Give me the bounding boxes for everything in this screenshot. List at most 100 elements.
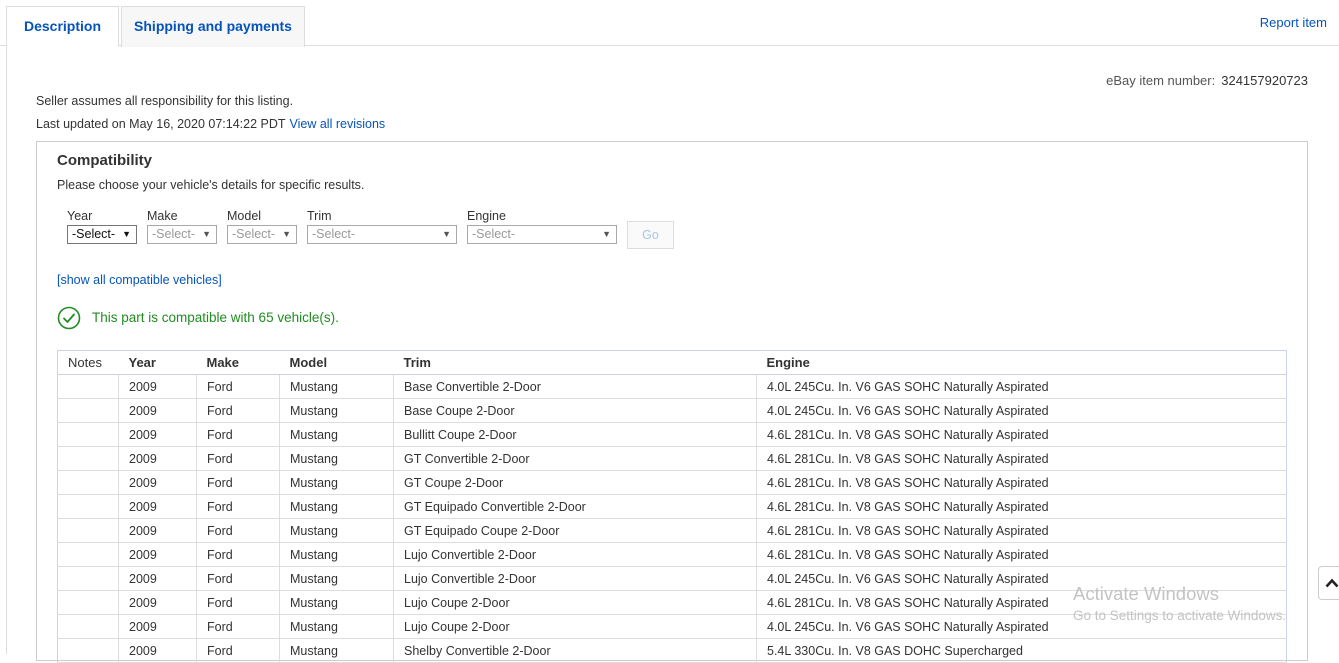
cell-engine: 4.6L 281Cu. In. V8 GAS SOHC Naturally As… [756, 542, 1287, 567]
cell-engine: 4.6L 281Cu. In. V8 GAS SOHC Naturally As… [756, 422, 1287, 447]
cell-notes [57, 374, 119, 399]
table-row: 2009 Ford Mustang GT Equipado Convertible 2… [57, 494, 1287, 519]
view-all-revisions-link[interactable]: View all revisions [290, 117, 386, 131]
cell-make: Ford [196, 446, 280, 471]
cell-trim: GT Equipado Coupe 2-Door [393, 518, 757, 543]
cell-model: Mustang [279, 518, 394, 543]
cell-engine: 4.6L 281Cu. In. V8 GAS SOHC Naturally As… [756, 470, 1287, 495]
cell-notes [57, 422, 119, 447]
year-label: Year [67, 209, 93, 223]
cell-year: 2009 [118, 590, 197, 615]
cell-year: 2009 [118, 518, 197, 543]
tab-bar: Description Shipping and payments Report… [0, 0, 1339, 47]
last-updated-label: Last updated on [36, 117, 126, 131]
trim-filter: Trim -Select- ▼ [307, 209, 457, 244]
show-all-compatible-link[interactable]: [show all compatible vehicles] [57, 273, 222, 287]
cell-notes [57, 614, 119, 639]
check-circle-icon [57, 306, 81, 330]
trim-select-value: -Select- [312, 227, 356, 241]
cell-notes [57, 542, 119, 567]
item-number-value: 324157920723 [1221, 73, 1308, 88]
cell-make: Ford [196, 422, 280, 447]
cell-trim: GT Equipado Convertible 2-Door [393, 494, 757, 519]
cell-year: 2009 [118, 422, 197, 447]
last-updated-date: May 16, 2020 07:14:22 PDT [129, 117, 286, 131]
cell-notes [57, 566, 119, 591]
compatibility-table-body: 2009 Ford Mustang Base Convertible 2-Door 4.… [57, 374, 1287, 663]
chevron-up-icon [1325, 578, 1339, 588]
tab-description[interactable]: Description [6, 6, 119, 47]
engine-filter: Engine -Select- ▼ [467, 209, 617, 244]
cell-trim: Lujo Coupe 2-Door [393, 614, 757, 639]
compatibility-table-wrap: Notes Year Make Model Trim Engine 2009 Fo… [57, 350, 1287, 663]
table-header-row: Notes Year Make Model Trim Engine [57, 350, 1287, 375]
column-header-notes[interactable]: Notes [57, 350, 119, 375]
cell-engine: 4.6L 281Cu. In. V8 GAS SOHC Naturally As… [756, 494, 1287, 519]
cell-make: Ford [196, 542, 280, 567]
table-row: 2009 Ford Mustang Lujo Coupe 2-Door 4.0L 245… [57, 614, 1287, 639]
cell-model: Mustang [279, 590, 394, 615]
table-row: 2009 Ford Mustang GT Equipado Coupe 2-Door 4… [57, 518, 1287, 543]
last-updated: Last updated on May 16, 2020 07:14:22 PD… [36, 117, 385, 131]
cell-notes [57, 494, 119, 519]
cell-year: 2009 [118, 542, 197, 567]
compatible-count-text: This part is compatible with 65 vehicle(… [92, 310, 339, 325]
year-filter: Year -Select- ▼ [67, 209, 137, 244]
model-filter: Model -Select- ▼ [227, 209, 297, 244]
cell-engine: 4.0L 245Cu. In. V6 GAS SOHC Naturally As… [756, 566, 1287, 591]
column-header-make[interactable]: Make [196, 350, 280, 375]
cell-engine: 4.0L 245Cu. In. V6 GAS SOHC Naturally As… [756, 374, 1287, 399]
column-header-year[interactable]: Year [118, 350, 197, 375]
cell-trim: Lujo Convertible 2-Door [393, 542, 757, 567]
engine-select[interactable]: -Select- ▼ [467, 225, 617, 244]
cell-model: Mustang [279, 470, 394, 495]
cell-notes [57, 590, 119, 615]
table-row: 2009 Ford Mustang Bullitt Coupe 2-Door 4.6L … [57, 422, 1287, 447]
column-header-trim[interactable]: Trim [393, 350, 757, 375]
cell-year: 2009 [118, 398, 197, 423]
cell-make: Ford [196, 614, 280, 639]
compatibility-subtitle: Please choose your vehicle's details for… [57, 178, 365, 192]
item-number-label: eBay item number: [1106, 73, 1216, 88]
cell-model: Mustang [279, 638, 394, 663]
table-row: 2009 Ford Mustang Shelby Convertible 2-Door… [57, 638, 1287, 663]
cell-trim: Base Convertible 2-Door [393, 374, 757, 399]
column-header-model[interactable]: Model [279, 350, 394, 375]
cell-make: Ford [196, 470, 280, 495]
cell-year: 2009 [118, 494, 197, 519]
cell-model: Mustang [279, 542, 394, 567]
cell-trim: GT Convertible 2-Door [393, 446, 757, 471]
table-row: 2009 Ford Mustang Base Convertible 2-Door 4.… [57, 374, 1287, 399]
cell-engine: 4.0L 245Cu. In. V6 GAS SOHC Naturally As… [756, 398, 1287, 423]
trim-select[interactable]: -Select- ▼ [307, 225, 457, 244]
compatibility-table: Notes Year Make Model Trim Engine 2009 Fo… [57, 350, 1287, 663]
cell-engine: 4.6L 281Cu. In. V8 GAS SOHC Naturally As… [756, 590, 1287, 615]
go-button[interactable]: Go [627, 221, 674, 249]
engine-select-value: -Select- [472, 227, 516, 241]
cell-make: Ford [196, 590, 280, 615]
cell-make: Ford [196, 518, 280, 543]
tab-shipping-and-payments[interactable]: Shipping and payments [121, 6, 305, 47]
cell-make: Ford [196, 566, 280, 591]
table-row: 2009 Ford Mustang GT Convertible 2-Door 4.6L… [57, 446, 1287, 471]
cell-make: Ford [196, 494, 280, 519]
cell-make: Ford [196, 638, 280, 663]
cell-model: Mustang [279, 374, 394, 399]
scroll-to-top-button[interactable] [1318, 566, 1339, 600]
cell-notes [57, 398, 119, 423]
column-header-engine[interactable]: Engine [756, 350, 1287, 375]
responsibility-note: Seller assumes all responsibility for th… [36, 94, 294, 108]
model-select[interactable]: -Select- ▼ [227, 225, 297, 244]
year-select-value: -Select- [72, 227, 116, 241]
cell-make: Ford [196, 398, 280, 423]
model-select-value: -Select- [232, 227, 276, 241]
table-row: 2009 Ford Mustang GT Coupe 2-Door 4.6L 281Cu… [57, 470, 1287, 495]
cell-engine: 4.0L 245Cu. In. V6 GAS SOHC Naturally As… [756, 614, 1287, 639]
year-select[interactable]: -Select- ▼ [67, 225, 137, 244]
cell-model: Mustang [279, 614, 394, 639]
report-item-link[interactable]: Report item [1260, 15, 1327, 30]
trim-label: Trim [307, 209, 332, 223]
make-select[interactable]: -Select- ▼ [147, 225, 217, 244]
cell-notes [57, 470, 119, 495]
table-row: 2009 Ford Mustang Base Coupe 2-Door 4.0L 245… [57, 398, 1287, 423]
